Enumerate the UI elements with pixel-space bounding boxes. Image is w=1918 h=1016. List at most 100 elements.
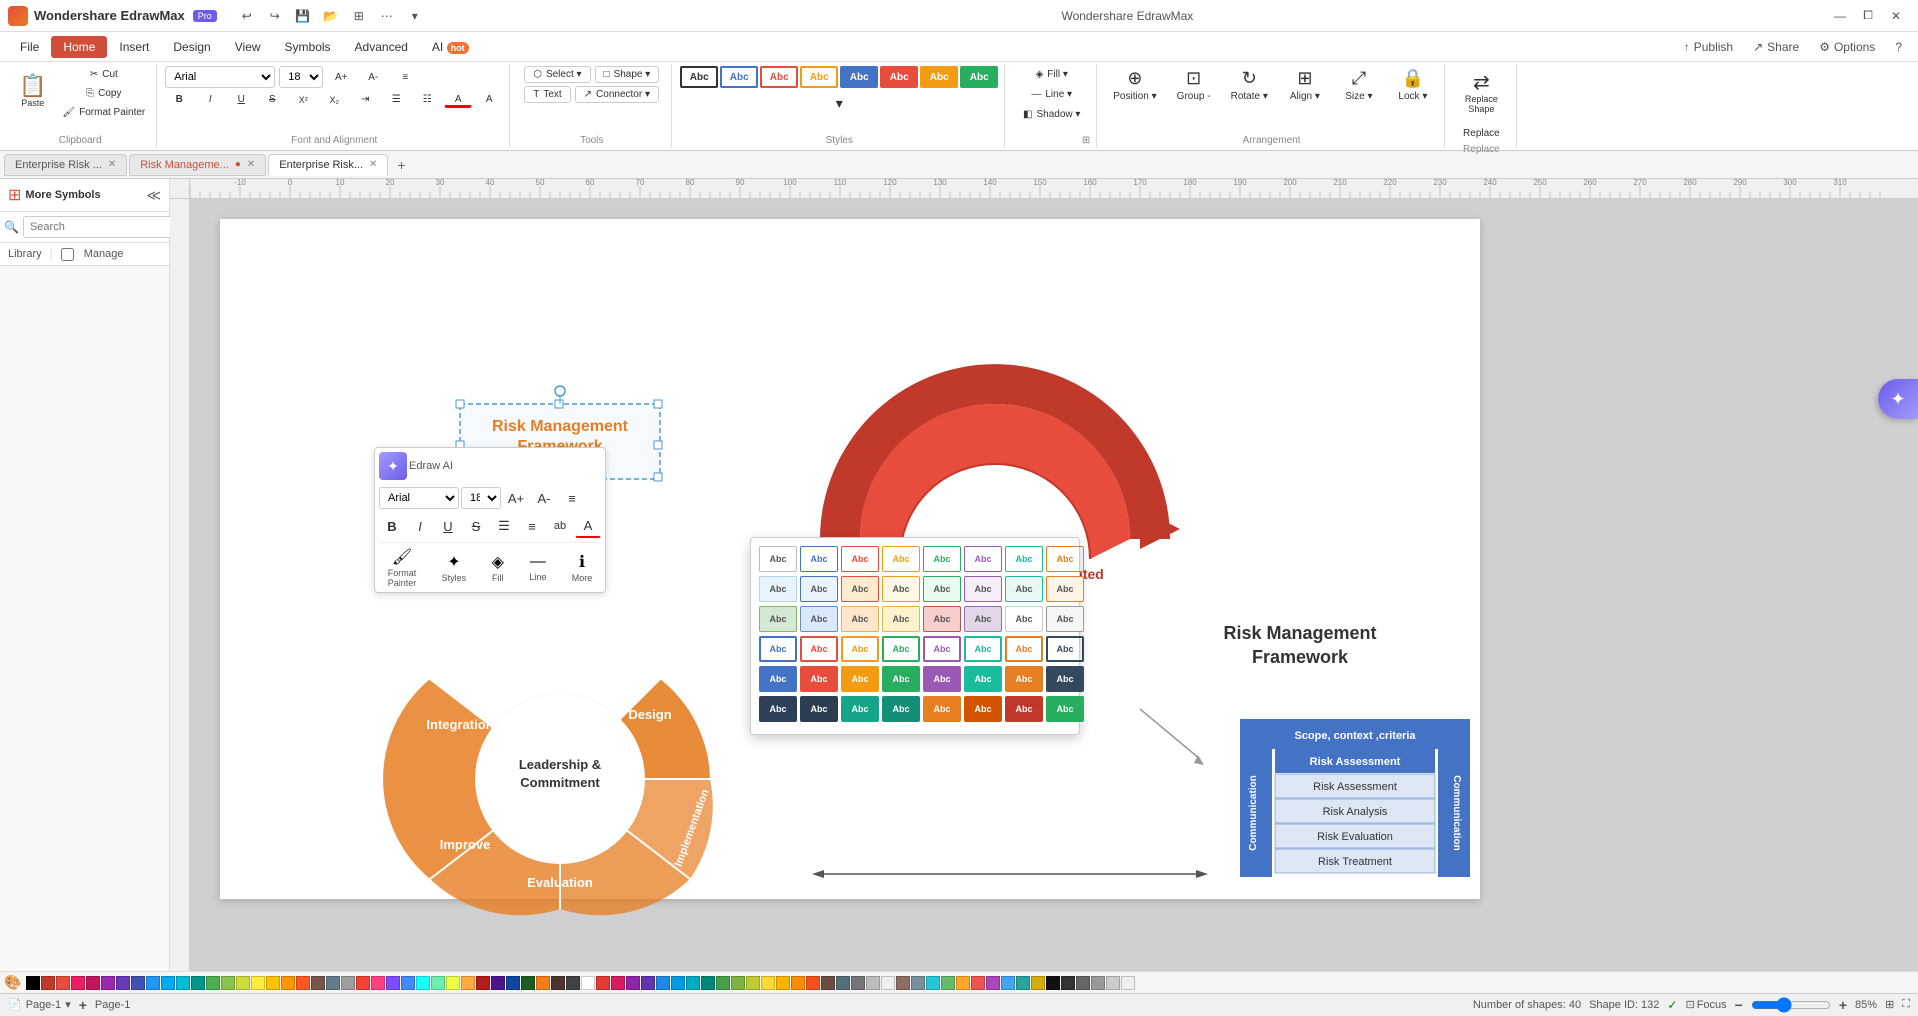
add-page-btn[interactable]: + bbox=[79, 997, 87, 1013]
tab-1[interactable]: Enterprise Risk ... ✕ bbox=[4, 154, 127, 176]
color-green2[interactable] bbox=[431, 976, 445, 990]
manage-nav[interactable]: Manage bbox=[84, 248, 124, 260]
color-red[interactable] bbox=[56, 976, 70, 990]
sp-6-4[interactable]: Abc bbox=[882, 696, 920, 722]
color-grey2[interactable] bbox=[566, 976, 580, 990]
fit-page-btn[interactable]: ⊞ bbox=[1885, 998, 1894, 1011]
format-painter-btn[interactable]: 🖌 Format Painter bbox=[57, 104, 150, 121]
color-extra28[interactable] bbox=[1001, 976, 1015, 990]
manage-checkbox[interactable] bbox=[61, 248, 74, 261]
ft-format-painter-btn[interactable]: 🖌 FormatPainter bbox=[388, 547, 417, 588]
connector-btn[interactable]: ↗ Connector ▾ bbox=[575, 86, 659, 103]
sp-2-5[interactable]: Abc bbox=[923, 576, 961, 602]
sp-1-5[interactable]: Abc bbox=[923, 546, 961, 572]
color-black[interactable] bbox=[26, 976, 40, 990]
numbered-btn[interactable]: ☷ bbox=[413, 91, 441, 108]
group-btn[interactable]: ⊡ Group - bbox=[1169, 66, 1219, 104]
bullets-btn[interactable]: ☰ bbox=[382, 91, 410, 108]
color-picker-icon[interactable]: 🎨 bbox=[4, 974, 21, 991]
sp-4-5[interactable]: Abc bbox=[923, 636, 961, 662]
sp-5-8[interactable]: Abc bbox=[1046, 666, 1084, 692]
style-cell-7[interactable]: Abc bbox=[920, 66, 958, 88]
sp-1-6[interactable]: Abc bbox=[964, 546, 1002, 572]
sel-handle-tm[interactable] bbox=[555, 400, 563, 408]
sel-handle-tl[interactable] bbox=[456, 400, 464, 408]
rotate-btn[interactable]: ↻ Rotate ▾ bbox=[1223, 66, 1276, 104]
color-grey[interactable] bbox=[341, 976, 355, 990]
sp-2-1[interactable]: Abc bbox=[759, 576, 797, 602]
sp-1-4[interactable]: Abc bbox=[882, 546, 920, 572]
color-extra6[interactable] bbox=[671, 976, 685, 990]
color-extra7[interactable] bbox=[686, 976, 700, 990]
rotate-handle[interactable] bbox=[555, 386, 565, 396]
share-menu-btn[interactable]: ⋯ bbox=[373, 5, 401, 27]
style-cell-5[interactable]: Abc bbox=[840, 66, 878, 88]
color-orange2[interactable] bbox=[461, 976, 475, 990]
tab-2-close-x[interactable]: ✕ bbox=[247, 159, 255, 170]
ai-edraw-btn[interactable]: ✦ bbox=[379, 452, 407, 480]
style-cell-1[interactable]: Abc bbox=[680, 66, 718, 88]
increase-font-btn[interactable]: A+ bbox=[327, 69, 355, 86]
ft-bold-btn[interactable]: B bbox=[379, 514, 405, 538]
line-btn[interactable]: — Line ▾ bbox=[1018, 86, 1085, 103]
color-purple[interactable] bbox=[101, 976, 115, 990]
sp-3-8[interactable]: Abc bbox=[1046, 606, 1084, 632]
ft-font-select[interactable]: Arial bbox=[379, 487, 459, 509]
sp-3-3[interactable]: Abc bbox=[841, 606, 879, 632]
color-extra26[interactable] bbox=[971, 976, 985, 990]
sp-4-2[interactable]: Abc bbox=[800, 636, 838, 662]
sp-4-3[interactable]: Abc bbox=[841, 636, 879, 662]
styles-expand-btn[interactable]: ▾ bbox=[825, 92, 853, 115]
publish-btn[interactable]: ↑ Publish bbox=[1676, 37, 1741, 57]
tab-3[interactable]: Enterprise Risk... ✕ bbox=[268, 154, 388, 176]
ft-align-btn[interactable]: ≡ bbox=[559, 486, 585, 510]
color-extra18[interactable] bbox=[851, 976, 865, 990]
lock-btn[interactable]: 🔒 Lock ▾ bbox=[1388, 66, 1438, 104]
position-btn[interactable]: ⊕ Position ▾ bbox=[1105, 66, 1164, 104]
color-light-green[interactable] bbox=[221, 976, 235, 990]
menu-view[interactable]: View bbox=[223, 36, 273, 58]
superscript-btn[interactable]: X² bbox=[289, 92, 317, 108]
ft-bg-text-btn[interactable]: ab bbox=[547, 514, 573, 538]
color-extra27[interactable] bbox=[986, 976, 1000, 990]
zoom-slider[interactable] bbox=[1751, 997, 1831, 1013]
ft-styles-btn[interactable]: ✦ Styles bbox=[442, 552, 467, 583]
color-red3[interactable] bbox=[476, 976, 490, 990]
more-btn[interactable]: ▾ bbox=[401, 5, 429, 27]
color-blue3[interactable] bbox=[506, 976, 520, 990]
sp-6-3[interactable]: Abc bbox=[841, 696, 879, 722]
italic-btn[interactable]: I bbox=[196, 91, 224, 108]
color-extra1[interactable] bbox=[596, 976, 610, 990]
sp-2-6[interactable]: Abc bbox=[964, 576, 1002, 602]
sp-3-2[interactable]: Abc bbox=[800, 606, 838, 632]
color-brown2[interactable] bbox=[551, 976, 565, 990]
save-local-btn[interactable]: 💾 bbox=[289, 5, 317, 27]
ft-bullets-btn[interactable]: ☰ bbox=[491, 514, 517, 538]
color-extra16[interactable] bbox=[821, 976, 835, 990]
color-amber[interactable] bbox=[266, 976, 280, 990]
restore-btn[interactable]: ⧠ bbox=[1854, 5, 1882, 27]
sp-1-3[interactable]: Abc bbox=[841, 546, 879, 572]
sp-4-7[interactable]: Abc bbox=[1005, 636, 1043, 662]
ft-increase-btn[interactable]: A+ bbox=[503, 486, 529, 510]
sp-1-7[interactable]: Abc bbox=[1005, 546, 1043, 572]
style-cell-3[interactable]: Abc bbox=[760, 66, 798, 88]
color-extra25[interactable] bbox=[956, 976, 970, 990]
color-extra3[interactable] bbox=[626, 976, 640, 990]
text-btn[interactable]: T Text bbox=[524, 86, 570, 103]
color-cyan[interactable] bbox=[176, 976, 190, 990]
sp-2-2[interactable]: Abc bbox=[800, 576, 838, 602]
zoom-out-btn[interactable]: − bbox=[1735, 997, 1743, 1013]
color-yellow2[interactable] bbox=[446, 976, 460, 990]
library-nav[interactable]: Library bbox=[8, 248, 42, 260]
sp-1-2[interactable]: Abc bbox=[800, 546, 838, 572]
menu-ai[interactable]: AI hot bbox=[420, 36, 481, 58]
align-arrange-btn[interactable]: ⊞ Align ▾ bbox=[1280, 66, 1330, 104]
sel-handle-tr[interactable] bbox=[654, 400, 662, 408]
color-extra19[interactable] bbox=[866, 976, 880, 990]
sp-5-4[interactable]: Abc bbox=[882, 666, 920, 692]
ft-strike-btn[interactable]: S bbox=[463, 514, 489, 538]
ft-more-btn[interactable]: ℹ More bbox=[572, 552, 593, 583]
color-pink2[interactable] bbox=[371, 976, 385, 990]
color-lightgray[interactable] bbox=[1091, 976, 1105, 990]
